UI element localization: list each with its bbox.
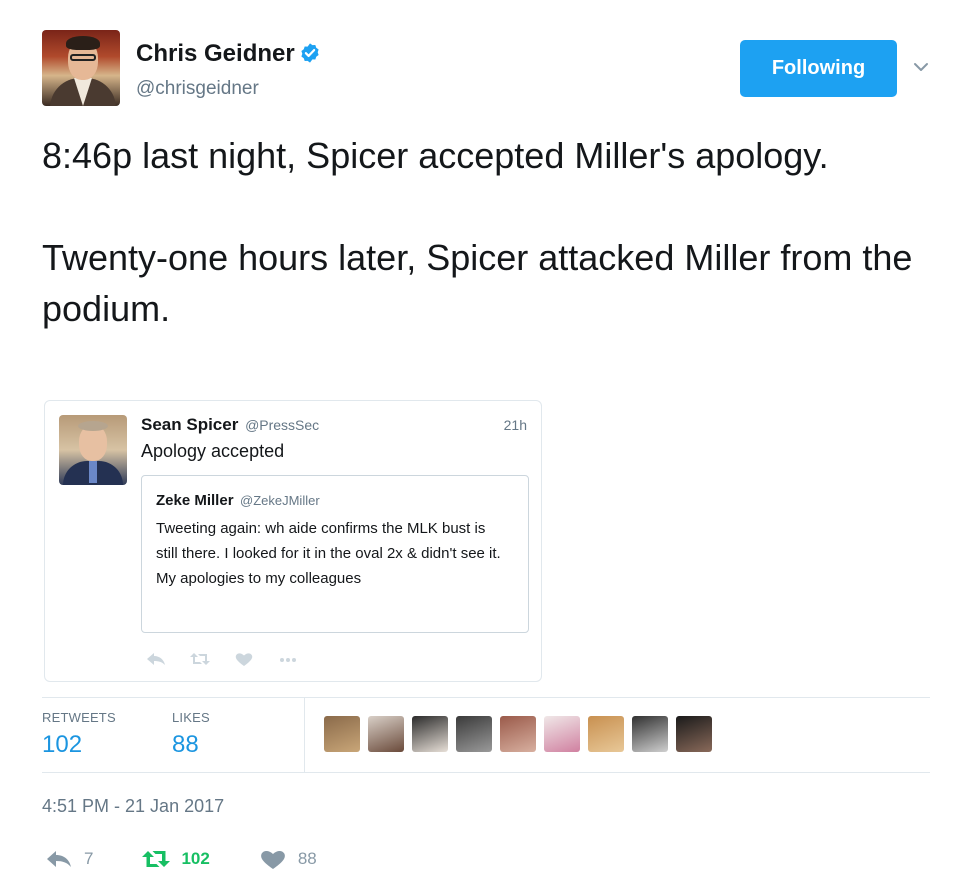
tweet-header: Chris Geidner @chrisgeidner Following: [42, 30, 942, 110]
reply-count: 7: [84, 849, 94, 868]
like-button[interactable]: 88: [258, 848, 317, 870]
author-avatar[interactable]: [42, 30, 120, 106]
tweet-paragraph: 8:46p last night, Spicer accepted Miller…: [42, 135, 829, 176]
verified-badge-icon: [301, 43, 319, 63]
tweet-actions: 7 102 88: [44, 846, 365, 872]
stats-divider: [304, 698, 305, 772]
more-icon[interactable]: [277, 651, 299, 667]
like-icon[interactable]: [233, 651, 255, 667]
inner-tweet-text: Tweeting again: wh aide confirms the MLK…: [156, 520, 501, 587]
liker-avatar[interactable]: [676, 716, 712, 752]
author-name-text[interactable]: Chris Geidner: [136, 40, 295, 67]
liker-avatar[interactable]: [544, 716, 580, 752]
quoted-tweet-card[interactable]: Sean Spicer @PressSec 21h Apology accept…: [44, 400, 542, 682]
author-handle[interactable]: @chrisgeidner: [136, 78, 259, 100]
likes-stat[interactable]: LIKES 88: [172, 710, 210, 759]
liker-avatar[interactable]: [368, 716, 404, 752]
quoted-author-name[interactable]: Sean Spicer @PressSec: [141, 415, 319, 435]
reply-icon: [47, 851, 71, 867]
inner-quoted-tweet[interactable]: Zeke Miller @ZekeJMiller Tweeting again:…: [141, 475, 529, 633]
tweet-stats: RETWEETS 102 LIKES 88: [42, 697, 930, 773]
retweets-count[interactable]: 102: [42, 731, 116, 759]
tweet-text: 8:46p last night, Spicer accepted Miller…: [42, 130, 922, 334]
following-button[interactable]: Following: [740, 40, 897, 97]
author-name[interactable]: Chris Geidner: [136, 40, 321, 68]
quoted-author-handle[interactable]: @PressSec: [245, 417, 319, 433]
quoted-timestamp[interactable]: 21h: [504, 417, 527, 433]
liker-avatars: [324, 716, 712, 752]
inner-author-name[interactable]: Zeke Miller: [156, 492, 234, 509]
reply-button[interactable]: 7: [44, 848, 93, 870]
retweets-stat[interactable]: RETWEETS 102: [42, 710, 116, 759]
like-icon: [260, 851, 285, 869]
quoted-actions: [145, 649, 299, 669]
retweet-icon: [142, 851, 171, 867]
quoted-author-name-text[interactable]: Sean Spicer: [141, 415, 238, 434]
retweet-icon[interactable]: [189, 651, 211, 667]
tweet-timestamp: 4:51 PM - 21 Jan 2017: [42, 796, 225, 816]
likes-label: LIKES: [172, 710, 210, 725]
liker-avatar[interactable]: [500, 716, 536, 752]
liker-avatar[interactable]: [588, 716, 624, 752]
inner-author-handle[interactable]: @ZekeJMiller: [240, 493, 320, 508]
liker-avatar[interactable]: [324, 716, 360, 752]
retweet-button[interactable]: 102: [141, 848, 210, 870]
like-count: 88: [297, 849, 317, 868]
retweet-count: 102: [181, 849, 210, 868]
quoted-text: Apology accepted: [141, 441, 285, 461]
liker-avatar[interactable]: [412, 716, 448, 752]
reply-icon[interactable]: [145, 651, 167, 667]
quoted-author-avatar[interactable]: [59, 415, 127, 485]
retweets-label: RETWEETS: [42, 710, 116, 725]
tweet-paragraph: Twenty-one hours later, Spicer attacked …: [42, 237, 913, 329]
chevron-down-icon[interactable]: [912, 58, 930, 76]
likes-count[interactable]: 88: [172, 731, 210, 759]
liker-avatar[interactable]: [632, 716, 668, 752]
liker-avatar[interactable]: [456, 716, 492, 752]
